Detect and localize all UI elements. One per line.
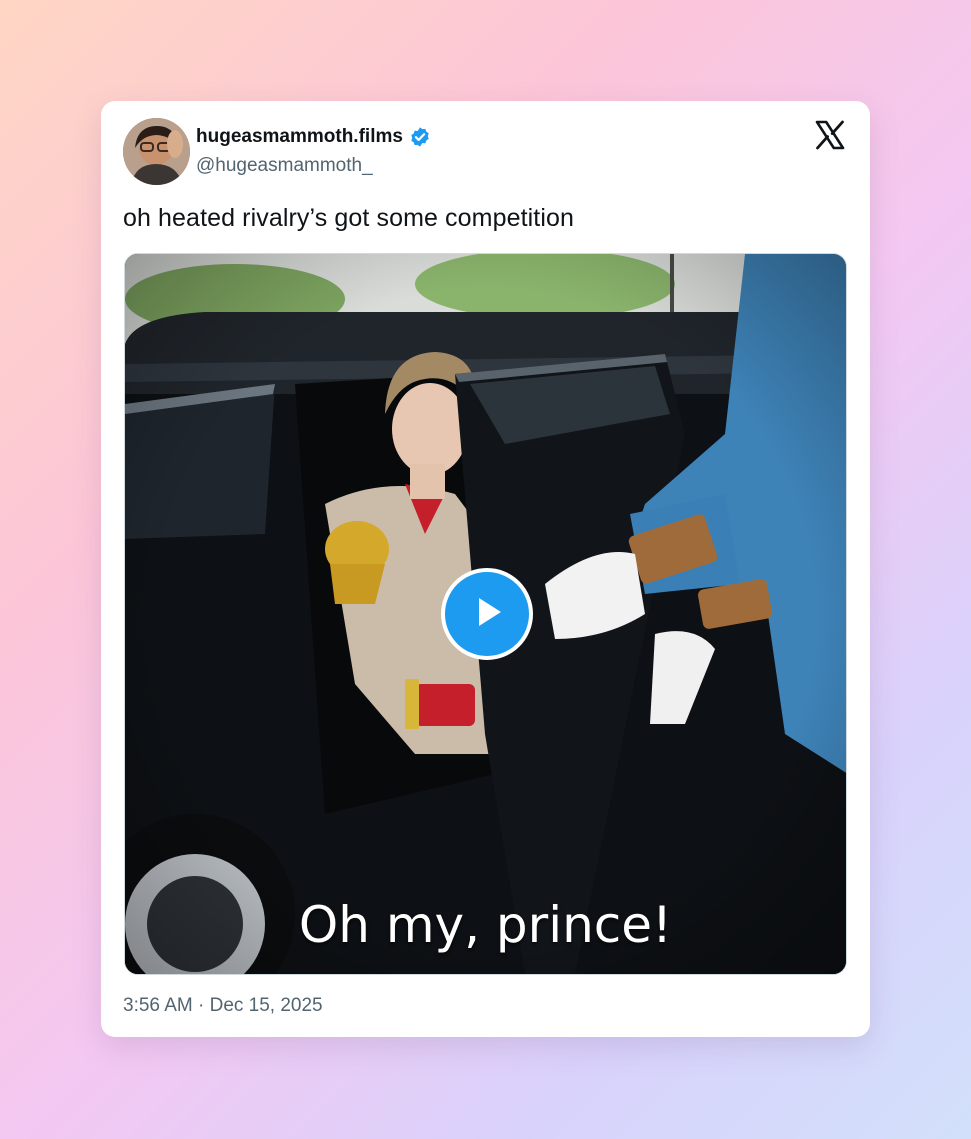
display-name[interactable]: hugeasmammoth.films <box>196 126 403 148</box>
verified-badge-icon <box>409 126 431 148</box>
video-caption: Oh my, prince! <box>298 896 673 954</box>
display-name-row[interactable]: hugeasmammoth.films <box>196 125 431 149</box>
play-button[interactable] <box>441 568 533 660</box>
avatar[interactable] <box>123 118 190 185</box>
play-icon <box>467 592 507 637</box>
post-card: hugeasmammoth.films @hugeasmammoth_ oh h… <box>101 101 870 1037</box>
video-player[interactable]: Oh my, prince! <box>124 253 847 975</box>
user-handle[interactable]: @hugeasmammoth_ <box>196 155 373 177</box>
post-timestamp[interactable]: 3:56 AM · Dec 15, 2025 <box>123 995 323 1017</box>
x-logo-icon[interactable] <box>814 119 846 151</box>
post-text: oh heated rivalry’s got some competition <box>123 204 574 232</box>
